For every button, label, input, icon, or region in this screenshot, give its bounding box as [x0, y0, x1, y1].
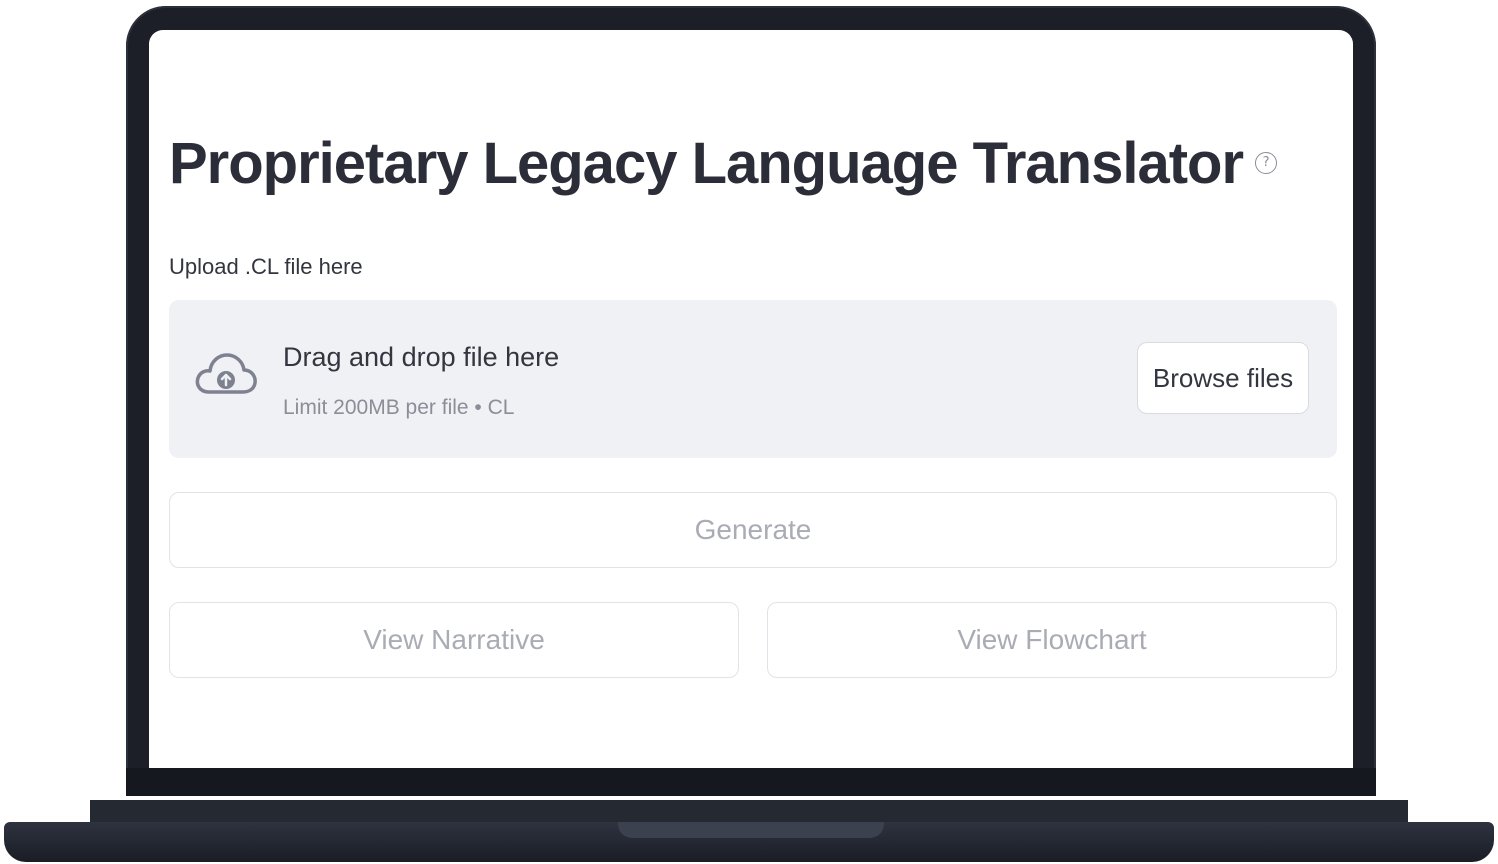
cloud-upload-icon [195, 353, 257, 394]
page-title: Proprietary Legacy Language Translator [169, 131, 1244, 196]
file-dropzone[interactable]: Drag and drop file here Limit 200MB per … [169, 300, 1337, 458]
laptop-mockup: Proprietary Legacy Language Translator ?… [0, 0, 1498, 864]
app-screen: Proprietary Legacy Language Translator ?… [149, 30, 1353, 768]
laptop-bezel-bottom [126, 768, 1376, 796]
question-circle-icon[interactable]: ? [1255, 152, 1278, 174]
laptop-notch [618, 822, 884, 838]
title-row: Proprietary Legacy Language Translator ? [169, 130, 1278, 197]
generate-button[interactable]: Generate [169, 492, 1337, 568]
dropzone-limit: Limit 200MB per file • CL [283, 396, 515, 419]
view-flowchart-button[interactable]: View Flowchart [767, 602, 1337, 678]
view-narrative-button[interactable]: View Narrative [169, 602, 739, 678]
dropzone-title: Drag and drop file here [283, 342, 560, 372]
browse-files-button[interactable]: Browse files [1137, 342, 1309, 414]
upload-label: Upload .CL file here [169, 254, 363, 279]
